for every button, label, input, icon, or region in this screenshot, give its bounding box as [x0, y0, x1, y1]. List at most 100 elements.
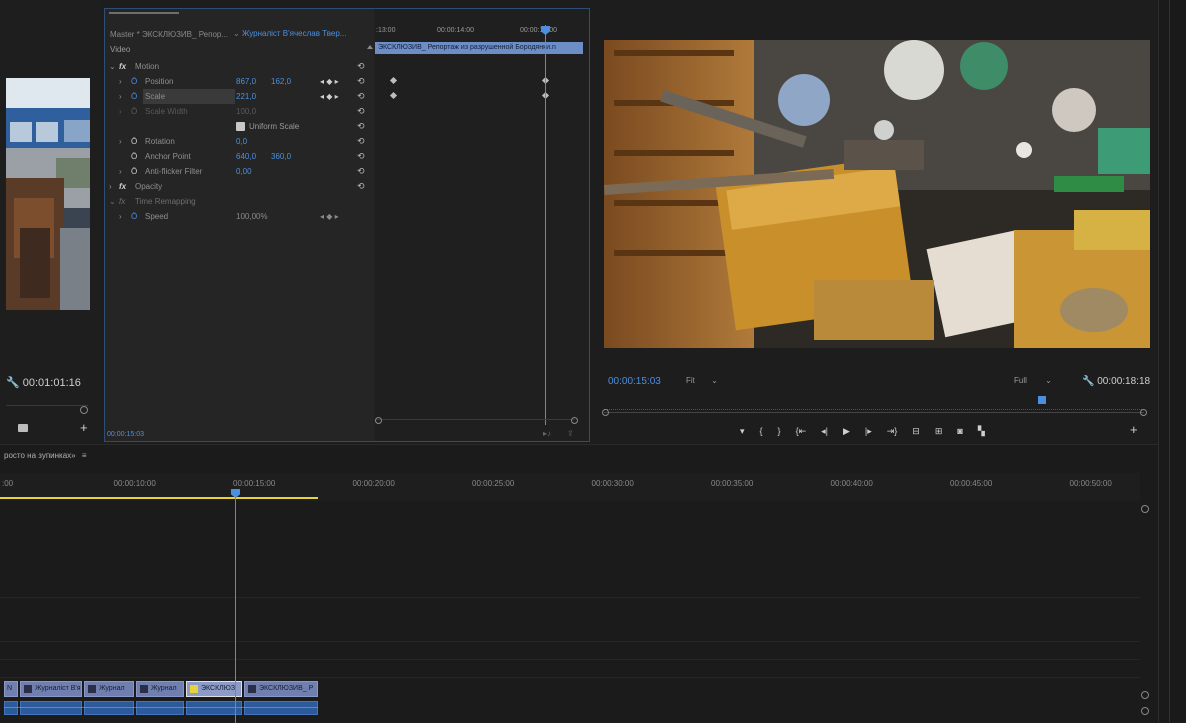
master-clip-label[interactable]: Master * ЭКСКЛЮЗИВ_ Репор... [110, 30, 228, 39]
playback-resolution-select[interactable]: Full ⌄ [1014, 376, 1052, 385]
vertical-zoom-handle[interactable] [1141, 707, 1149, 715]
chevron-right-icon[interactable]: › [119, 209, 122, 224]
audio-clip[interactable] [20, 701, 82, 715]
keyframe-marker[interactable] [389, 76, 398, 85]
source-scroll-handle[interactable] [80, 406, 88, 414]
reset-icon[interactable]: ⟲ [357, 134, 365, 149]
timeline-ruler[interactable]: :00 00:00:10:00 00:00:15:00 00:00:20:00 00:0… [0, 473, 1140, 501]
button-editor-icon[interactable]: + [1130, 422, 1138, 437]
property-row-uniform-scale[interactable]: Uniform Scale ⟲ [105, 119, 373, 134]
anchor-y-value[interactable]: 360,0 [271, 149, 291, 164]
audio-clip[interactable] [4, 701, 18, 715]
property-row-scale[interactable]: › Ö Scale 221,0 ◂ ◆ ▸ ⟲ [105, 89, 373, 104]
chevron-expanded-icon[interactable]: ⌄ [109, 59, 116, 74]
stopwatch-icon[interactable]: Ö [131, 149, 137, 164]
step-forward-icon[interactable]: |▸ [865, 426, 872, 437]
keyframe-marker[interactable] [389, 91, 398, 100]
fx-icon[interactable]: fx [119, 194, 125, 209]
anchor-x-value[interactable]: 640,0 [236, 149, 256, 164]
go-to-out-icon[interactable]: ⇥} [887, 426, 898, 437]
chevron-right-icon[interactable]: › [119, 134, 122, 149]
mark-in-icon[interactable]: { [760, 426, 763, 436]
video-clip[interactable]: N [4, 681, 18, 697]
ec-zoom-handle[interactable] [375, 417, 382, 424]
audio-clip[interactable] [244, 701, 318, 715]
video-clip[interactable]: Журнал [84, 681, 134, 697]
reset-icon[interactable]: ⟲ [357, 164, 365, 179]
sequence-tab[interactable]: росто на зупинках» ≡ [4, 451, 87, 460]
uniform-scale-checkbox[interactable] [236, 122, 245, 131]
property-row-rotation[interactable]: › Ö Rotation 0,0 ⟲ [105, 134, 373, 149]
reset-icon[interactable]: ⟲ [357, 119, 365, 134]
fx-icon[interactable]: fx [119, 59, 126, 74]
scale-value[interactable]: 221,0 [236, 89, 256, 104]
chevron-right-icon[interactable]: › [119, 74, 122, 89]
video-clip[interactable]: Журналіст В'я [20, 681, 82, 697]
effect-row-motion[interactable]: ⌄ fx Motion ⟲ [105, 59, 373, 74]
wrench-icon[interactable]: 🔧 [1082, 376, 1094, 387]
ec-zoom-bar[interactable] [375, 419, 575, 427]
stopwatch-icon[interactable]: Ö [131, 209, 137, 224]
ec-time-ruler[interactable]: :13:00 00:00:14:00 00:00:15:00 [375, 25, 589, 39]
audio-clip[interactable] [186, 701, 242, 715]
effect-row-time-remapping[interactable]: ⌄ fx Time Remapping [105, 194, 373, 209]
speed-value[interactable]: 100,00% [236, 209, 268, 224]
camera-icon[interactable] [18, 424, 28, 432]
reset-icon[interactable]: ⟲ [357, 149, 365, 164]
reset-icon[interactable]: ⟲ [357, 179, 365, 194]
add-marker-icon[interactable]: ▾ [740, 426, 745, 437]
scroll-up-icon[interactable] [367, 45, 373, 49]
property-row-anchor-point[interactable]: Ö Anchor Point 640,0 360,0 ⟲ [105, 149, 373, 164]
lift-icon[interactable]: ⊟ [912, 426, 920, 437]
stopwatch-icon[interactable]: Ö [131, 164, 137, 179]
source-timecode[interactable]: 🔧 00:01:01:16 [6, 376, 81, 389]
reset-icon[interactable]: ⟲ [357, 104, 365, 119]
video-clip[interactable]: Журнал [136, 681, 184, 697]
property-row-speed[interactable]: › Ö Speed 100,00% ◂ ◆ ▸ [105, 209, 373, 224]
vertical-zoom-handle[interactable] [1141, 691, 1149, 699]
mark-out-icon[interactable]: } [778, 426, 781, 436]
program-playhead[interactable] [1038, 396, 1046, 404]
property-row-anti-flicker[interactable]: › Ö Anti-flicker Filter 0,00 ⟲ [105, 164, 373, 179]
fx-icon[interactable]: fx [119, 179, 126, 194]
ec-playhead[interactable] [545, 25, 546, 425]
effect-controls-timecode[interactable]: 00:00:15:03 [107, 431, 144, 438]
timeline-playhead[interactable] [235, 491, 236, 723]
keyframe-nav-icon[interactable]: ◂ ◆ ▸ [320, 74, 339, 89]
stopwatch-icon[interactable]: Ö [131, 74, 137, 89]
position-x-value[interactable]: 867,0 [236, 74, 256, 89]
vertical-zoom-handle[interactable] [1141, 505, 1149, 513]
step-back-icon[interactable]: ◂| [821, 426, 828, 437]
chevron-expanded-icon[interactable]: ⌄ [109, 194, 116, 209]
play-icon[interactable]: ▶ [843, 426, 850, 437]
program-scrub-ruler[interactable] [604, 402, 1144, 410]
export-frame-icon[interactable]: ◙ [957, 426, 962, 436]
chevron-right-icon[interactable]: › [119, 89, 122, 104]
reset-icon[interactable]: ⟲ [357, 74, 365, 89]
play-audio-icon[interactable]: ▸♪ [543, 429, 551, 438]
ec-clip-bar[interactable]: ЭКСКЛЮЗИВ_ Репортаж из разрушенной Бород… [375, 42, 583, 54]
menu-icon[interactable]: ≡ [82, 451, 87, 460]
reset-icon[interactable]: ⟲ [357, 59, 365, 74]
rotation-value[interactable]: 0,0 [236, 134, 247, 149]
export-icon[interactable]: ⇪ [567, 429, 574, 438]
keyframe-nav-icon[interactable]: ◂ ◆ ▸ [320, 89, 339, 104]
audio-clip[interactable] [84, 701, 134, 715]
comparison-view-icon[interactable]: ▚ [978, 426, 985, 437]
work-area-bar[interactable] [0, 497, 318, 499]
effect-row-opacity[interactable]: › fx Opacity ⟲ [105, 179, 373, 194]
source-scrub-bar[interactable] [6, 396, 88, 406]
reset-icon[interactable]: ⟲ [357, 89, 365, 104]
video-clip-selected[interactable]: ЭКСКЛЮЗ [186, 681, 242, 697]
anti-flicker-value[interactable]: 0,00 [236, 164, 252, 179]
program-zoom-handle[interactable] [1140, 409, 1147, 416]
program-zoom-handle[interactable] [602, 409, 609, 416]
stopwatch-icon[interactable]: Ö [131, 89, 137, 104]
ec-zoom-handle[interactable] [571, 417, 578, 424]
stopwatch-icon[interactable]: Ö [131, 134, 137, 149]
extract-icon[interactable]: ⊞ [935, 426, 943, 437]
sequence-clip-selector[interactable]: ⌄ Журналіст В'ячеслав Твер... [233, 29, 346, 38]
program-timecode[interactable]: 00:00:15:03 [608, 376, 661, 387]
position-y-value[interactable]: 162,0 [271, 74, 291, 89]
go-to-in-icon[interactable]: {⇤ [796, 426, 807, 437]
